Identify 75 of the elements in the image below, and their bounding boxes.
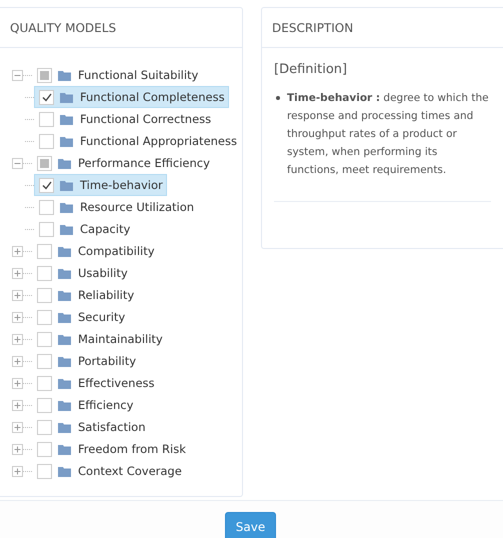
- tree-item[interactable]: Performance Efficiency: [78, 154, 213, 172]
- checkbox[interactable]: [39, 200, 54, 214]
- collapse-icon[interactable]: [12, 158, 23, 168]
- expand-icon[interactable]: [12, 334, 23, 344]
- tree-item[interactable]: Freedom from Risk: [78, 440, 189, 458]
- tree-item[interactable]: Functional Correctness: [80, 110, 214, 128]
- tree-item[interactable]: Security: [78, 308, 128, 326]
- tree-item[interactable]: Context Coverage: [78, 462, 185, 480]
- expand-icon[interactable]: [12, 290, 23, 300]
- expand-icon[interactable]: [12, 312, 23, 322]
- checkbox[interactable]: [37, 420, 52, 434]
- checkbox[interactable]: [37, 68, 52, 82]
- expand-icon[interactable]: [12, 268, 23, 278]
- tree-item[interactable]: Usability: [78, 264, 131, 282]
- tree-item[interactable]: Functional Suitability: [78, 66, 202, 84]
- folder-icon: [60, 202, 73, 212]
- folder-icon: [60, 114, 73, 124]
- folder-icon: [58, 290, 71, 300]
- definition-text: Time-behavior : degree to which the response and processing times and throughput rates of a product or system, when performing its functions, meet requirements.: [287, 91, 490, 178]
- folder-icon: [60, 180, 73, 190]
- checkbox[interactable]: [37, 354, 52, 368]
- folder-icon: [60, 136, 73, 146]
- folder-icon: [60, 92, 73, 102]
- folder-icon: [58, 246, 71, 256]
- expand-icon[interactable]: [12, 422, 23, 432]
- tree-item[interactable]: Compatibility: [78, 242, 158, 260]
- folder-icon: [58, 400, 71, 410]
- checkbox[interactable]: [39, 90, 54, 104]
- expand-icon[interactable]: [12, 356, 23, 366]
- checkbox[interactable]: [37, 244, 52, 258]
- folder-icon: [58, 70, 71, 80]
- checkbox[interactable]: [37, 398, 52, 412]
- checkbox[interactable]: [39, 112, 54, 126]
- tree-item[interactable]: Satisfaction: [78, 418, 148, 436]
- checkbox[interactable]: [37, 332, 52, 346]
- expand-icon[interactable]: [12, 444, 23, 454]
- checkmark-icon: [42, 180, 52, 190]
- expand-icon[interactable]: [12, 378, 23, 388]
- tree-item[interactable]: Capacity: [80, 220, 134, 238]
- folder-icon: [58, 312, 71, 322]
- expand-icon[interactable]: [12, 400, 23, 410]
- checkmark-icon: [42, 92, 52, 102]
- folder-icon: [58, 444, 71, 454]
- checkbox[interactable]: [37, 266, 52, 280]
- folder-icon: [58, 466, 71, 476]
- expand-icon[interactable]: [12, 466, 23, 476]
- folder-icon: [58, 356, 71, 366]
- tree-item[interactable]: Effectiveness: [78, 374, 158, 392]
- folder-icon: [58, 378, 71, 388]
- expand-icon[interactable]: [12, 246, 23, 256]
- checkbox[interactable]: [39, 222, 54, 236]
- definition-heading: [Definition]: [274, 62, 348, 77]
- tree-item[interactable]: Reliability: [78, 286, 138, 304]
- tree-item[interactable]: Maintainability: [78, 330, 166, 348]
- checkbox[interactable]: [37, 156, 52, 170]
- collapse-icon[interactable]: [12, 70, 23, 80]
- tree-item[interactable]: Efficiency: [78, 396, 136, 414]
- tree-item[interactable]: Functional Appropriateness: [80, 132, 240, 150]
- tree-item[interactable]: Portability: [78, 352, 140, 370]
- checkbox[interactable]: [37, 310, 52, 324]
- folder-icon: [58, 334, 71, 344]
- panel-title: DESCRIPTION: [272, 20, 354, 34]
- folder-icon: [58, 422, 71, 432]
- checkbox[interactable]: [39, 134, 54, 148]
- checkbox[interactable]: [37, 376, 52, 390]
- checkbox[interactable]: [37, 288, 52, 302]
- folder-icon: [58, 158, 71, 168]
- tree-item[interactable]: Resource Utilization: [80, 198, 198, 216]
- checkbox[interactable]: [39, 178, 54, 192]
- panel-title: QUALITY MODELS: [10, 20, 116, 34]
- folder-icon: [60, 224, 73, 234]
- checkbox[interactable]: [37, 442, 52, 456]
- folder-icon: [58, 268, 71, 278]
- checkbox[interactable]: [37, 464, 52, 478]
- bullet-icon: [276, 96, 280, 100]
